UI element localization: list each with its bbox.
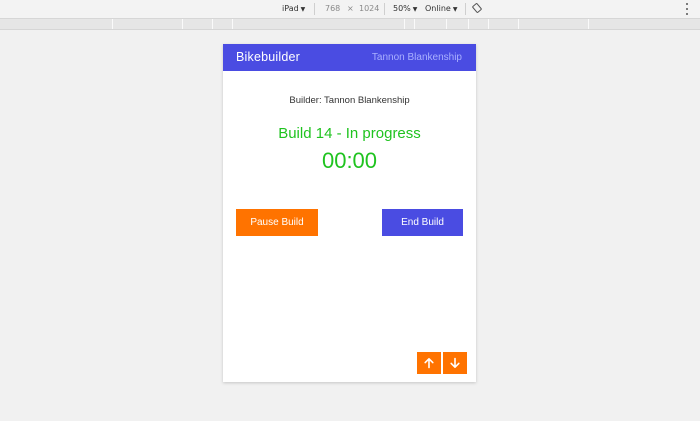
network-throttle-select[interactable]: Online ▼ <box>425 4 457 15</box>
viewport-width-field[interactable]: 768 <box>325 4 340 14</box>
toolbar-divider <box>384 3 385 15</box>
rotate-icon[interactable] <box>472 3 482 13</box>
build-timer: 00:00 <box>321 148 378 173</box>
arrow-up-icon <box>424 358 434 369</box>
device-select[interactable]: iPad ▼ <box>282 4 305 15</box>
zoom-select-label: 50% <box>393 4 411 13</box>
end-build-button[interactable]: End Build <box>382 209 463 236</box>
zoom-select[interactable]: 50% ▼ <box>393 4 417 15</box>
header-user-name[interactable]: Tannon Blankenship <box>372 52 462 63</box>
app-title[interactable]: Bikebuilder <box>236 50 300 64</box>
build-status: Build 14 - In progress <box>278 125 421 142</box>
device-viewport: Bikebuilder Tannon Blankenship Builder: … <box>223 44 476 382</box>
chevron-down-icon: ▼ <box>300 6 306 13</box>
chevron-down-icon: ▼ <box>412 6 418 13</box>
viewport-height-field[interactable]: 1024 <box>359 4 379 14</box>
device-select-label: iPad <box>282 4 299 13</box>
builder-label: Builder: Tannon Blankenship <box>289 95 410 106</box>
media-query-ruler <box>0 19 700 30</box>
chevron-down-icon: ▼ <box>452 6 458 13</box>
pause-build-button[interactable]: Pause Build <box>236 209 318 236</box>
scroll-up-button[interactable] <box>417 352 441 374</box>
app-header: Bikebuilder Tannon Blankenship <box>223 44 476 71</box>
toolbar-divider <box>314 3 315 15</box>
arrow-down-icon <box>450 357 460 368</box>
dimension-separator: × <box>347 4 354 13</box>
toolbar-divider <box>465 3 466 15</box>
network-throttle-label: Online <box>425 4 451 13</box>
devtools-device-toolbar: iPad ▼ 768 × 1024 50% ▼ Online ▼ <box>0 0 700 19</box>
scroll-down-button[interactable] <box>443 352 467 374</box>
more-vertical-icon[interactable] <box>682 3 692 15</box>
